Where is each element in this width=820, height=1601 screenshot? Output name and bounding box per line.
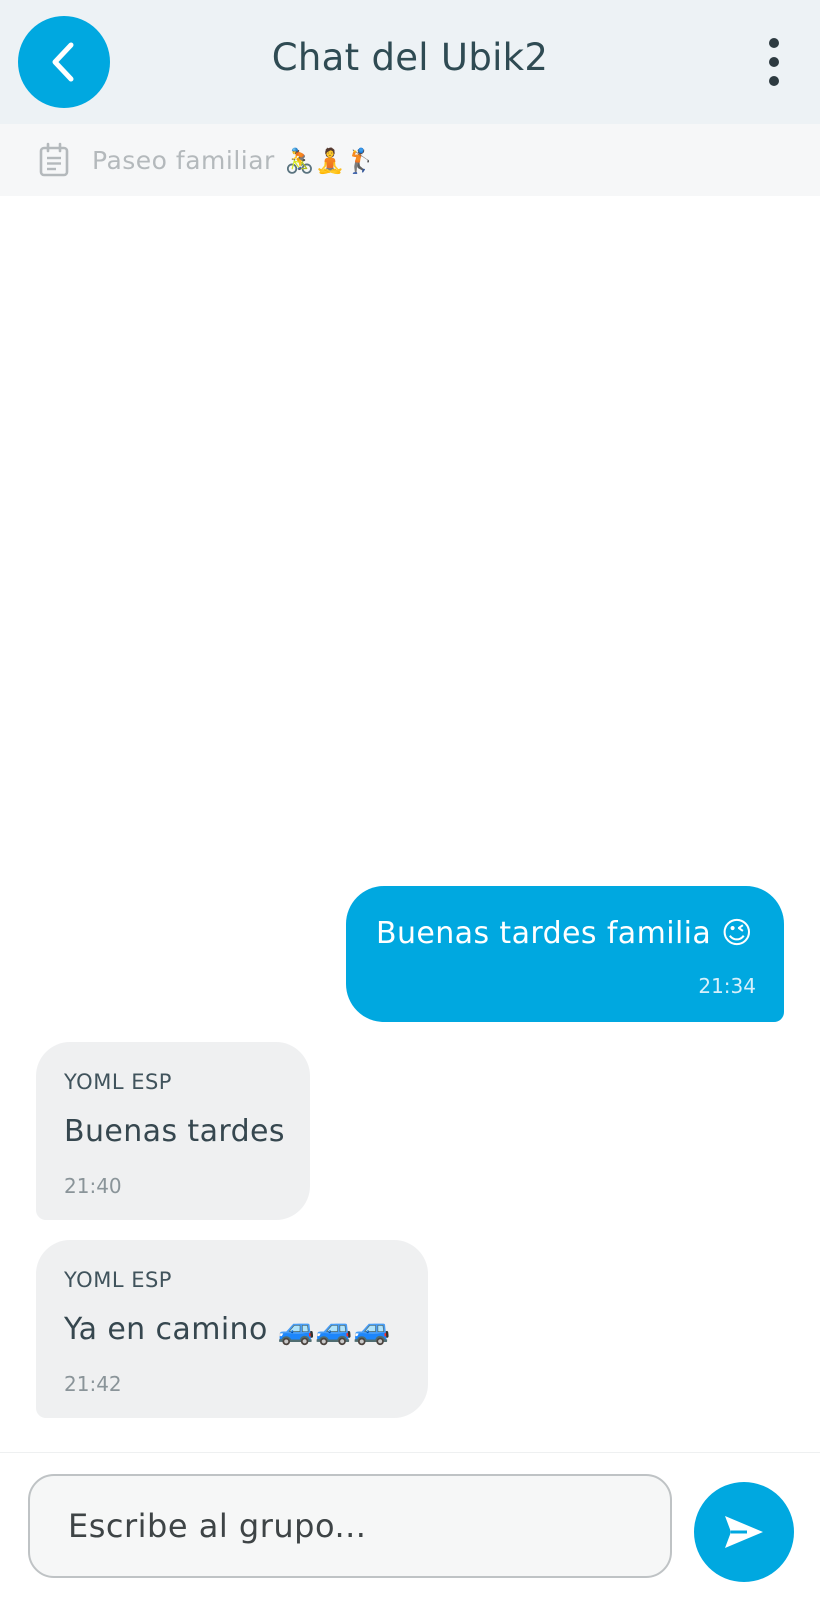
incoming-message[interactable]: YOML ESP Ya en camino 🚙🚙🚙 21:42 [36,1240,428,1418]
send-button[interactable] [694,1482,794,1582]
event-title: Paseo familiar 🚴🧘🏌 [92,146,376,175]
message-time: 21:34 [698,974,756,998]
more-options-button[interactable] [756,38,792,86]
message-text: Ya en camino 🚙🚙🚙 [64,1312,391,1347]
more-vertical-icon [769,38,779,48]
message-time: 21:40 [64,1174,122,1198]
message-text: Buenas tardes familia 😉 [376,916,753,951]
incoming-message[interactable]: YOML ESP Buenas tardes 21:40 [36,1042,310,1220]
page-title: Chat del Ubik2 [271,36,549,79]
event-emojis: 🚴🧘🏌 [284,146,376,175]
send-icon [725,1516,763,1548]
message-sender: YOML ESP [64,1070,172,1094]
message-sender: YOML ESP [64,1268,172,1292]
calendar-icon [39,142,69,177]
message-text: Buenas tardes [64,1114,285,1149]
event-label: Paseo familiar [92,146,275,175]
message-time: 21:42 [64,1372,122,1396]
message-input[interactable] [28,1474,672,1578]
outgoing-message[interactable]: Buenas tardes familia 😉 21:34 [346,886,784,1022]
